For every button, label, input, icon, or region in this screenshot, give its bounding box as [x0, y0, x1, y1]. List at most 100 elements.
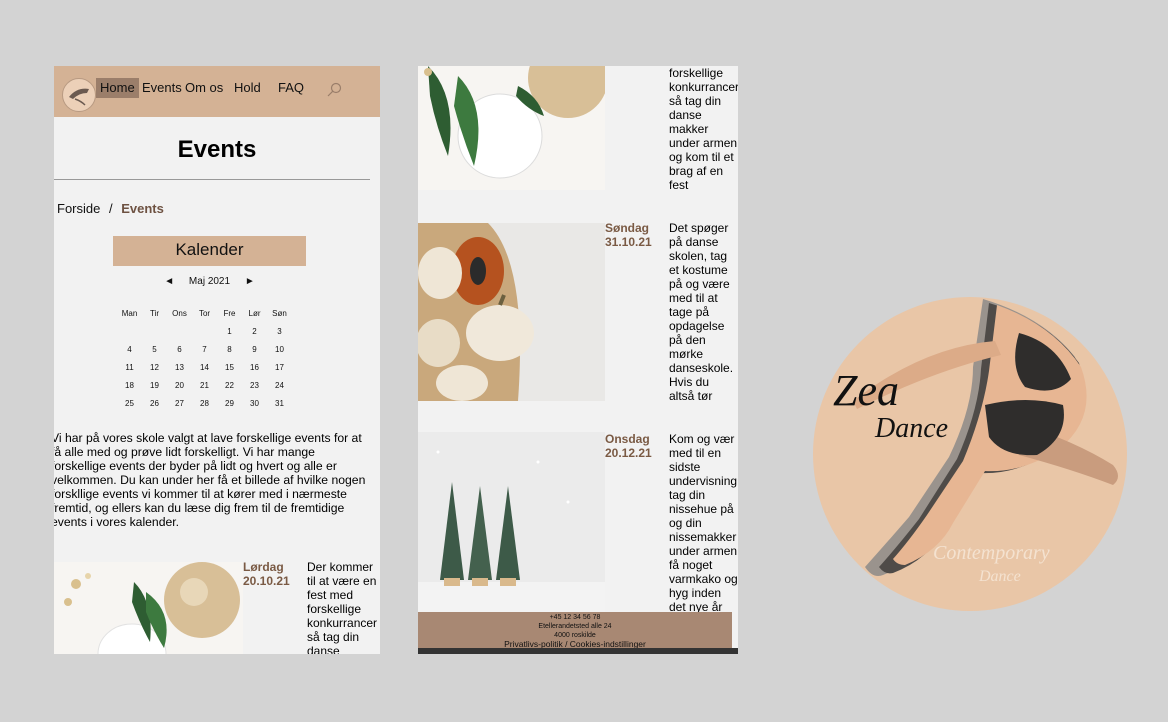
event-line: tag din [669, 488, 706, 502]
calendar-day[interactable]: 15 [217, 358, 242, 376]
calendar-day[interactable]: 19 [142, 376, 167, 394]
nav-faq[interactable]: FAQ [278, 80, 304, 96]
footer-bottom-bar [418, 648, 738, 654]
mobile-events-page-bottom: forskellige konkurrancer så tag din dans… [418, 66, 738, 654]
calendar-day[interactable]: 13 [167, 358, 192, 376]
event-line: konkurrancer [669, 80, 738, 94]
event-line: sidste [669, 460, 701, 474]
calendar-week-row: 25 26 27 28 29 30 31 [117, 394, 292, 412]
calendar-day[interactable]: 3 [267, 322, 292, 340]
weekday-label: Søn [272, 308, 287, 318]
calendar-day[interactable]: 27 [167, 394, 192, 412]
calendar-week-row: 4 5 6 7 8 9 10 [117, 340, 292, 358]
calendar-day[interactable]: 29 [217, 394, 242, 412]
event-description-saturday-continued: forskellige konkurrancer så tag din dans… [669, 66, 738, 192]
small-logo[interactable] [62, 78, 96, 112]
search-icon[interactable] [326, 82, 342, 98]
breadcrumb-separator: / [108, 201, 113, 216]
event-date: 31.10.21 [605, 235, 652, 249]
calendar-day[interactable]: 7 [192, 340, 217, 358]
calendar-day[interactable]: 18 [117, 376, 142, 394]
event-description-saturday: Der kommer til at være en fest med forsk… [307, 560, 377, 654]
footer-phone[interactable]: +45 12 34 56 78 [418, 612, 732, 622]
event-line: under armen [669, 136, 738, 150]
logo-sub-dance: Dance [978, 568, 1021, 585]
site-footer: +45 12 34 56 78 Etellerandetsted alle 24… [418, 612, 732, 649]
event-day: Søndag [605, 221, 649, 235]
calendar-day[interactable]: 20 [167, 376, 192, 394]
weekday-label: Lør [248, 308, 261, 318]
calendar-day[interactable]: 6 [167, 340, 192, 358]
calendar-day[interactable]: 23 [242, 376, 267, 394]
breadcrumb-home[interactable]: Forside [57, 201, 100, 216]
calendar-day[interactable]: 16 [242, 358, 267, 376]
event-line: med til at [669, 291, 718, 305]
intro-line: events i vores kalender. [54, 515, 180, 529]
calendar-day[interactable]: 11 [117, 358, 142, 376]
nav-home[interactable]: Home [96, 78, 139, 98]
calendar-day[interactable]: 4 [117, 340, 142, 358]
event-line: nissemakker [669, 530, 737, 544]
event-line: danse [307, 644, 340, 654]
event-line: mørke [669, 347, 703, 361]
calendar-day[interactable]: 31 [267, 394, 292, 412]
next-month-arrow[interactable]: ► [245, 276, 255, 287]
event-date: 20.12.21 [605, 446, 652, 460]
title-divider [54, 179, 370, 180]
event-date-wednesday: Onsdag 20.12.21 [605, 432, 652, 460]
halloween-event-image [418, 223, 605, 401]
calendar-day [117, 322, 142, 340]
calendar-day[interactable]: 17 [267, 358, 292, 376]
calendar-day[interactable]: 1 [217, 322, 242, 340]
event-line: på den [669, 333, 706, 347]
calendar-day[interactable]: 28 [192, 394, 217, 412]
calendar-day [167, 322, 192, 340]
event-day: Onsdag [605, 432, 650, 446]
event-line: fest med [307, 588, 354, 602]
calendar-day[interactable]: 2 [242, 322, 267, 340]
events-intro-text: Vi har på vores skole valgt at lave fors… [54, 431, 377, 529]
event-line: få noget [669, 558, 713, 572]
event-date: 20.10.21 [243, 574, 290, 588]
calendar-day[interactable]: 30 [242, 394, 267, 412]
nav-om-os[interactable]: Om os [185, 80, 223, 96]
logo-word-zea: Zea [833, 366, 899, 415]
event-line: tage på [669, 305, 710, 319]
logo-sub-contemporary: Contemporary [933, 542, 1050, 564]
calendar-day[interactable]: 8 [217, 340, 242, 358]
event-day: Lørdag [243, 560, 284, 574]
mobile-events-page-top: Home Events Om os Hold FAQ Events Forsid… [54, 66, 380, 654]
event-line: brag af en [669, 164, 724, 178]
nav-hold[interactable]: Hold [234, 80, 261, 96]
calendar-day[interactable]: 22 [217, 376, 242, 394]
event-line: under armen [669, 544, 738, 558]
calendar-day[interactable]: 9 [242, 340, 267, 358]
nav-events[interactable]: Events [142, 80, 182, 96]
breadcrumb: Forside / Events [57, 201, 164, 216]
intro-line: forskllige events vi kommer til at kører… [54, 487, 347, 501]
intro-line: Vi har på vores skole valgt at lave fors… [54, 431, 362, 445]
event-line: et kostume [669, 263, 728, 277]
calendar-day[interactable]: 25 [117, 394, 142, 412]
prev-month-arrow[interactable]: ◄ [164, 276, 174, 287]
calendar-week-row: 1 2 3 [117, 322, 292, 340]
event-date-saturday: Lørdag 20.10.21 [243, 560, 290, 588]
calendar-day[interactable]: 5 [142, 340, 167, 358]
calendar-day[interactable]: 26 [142, 394, 167, 412]
intro-line: få alle med og prøve lidt forskelligt. V… [54, 445, 315, 459]
event-line: skolen, tag [669, 249, 728, 263]
calendar-day[interactable]: 24 [267, 376, 292, 394]
event-line: så tag din [307, 630, 360, 644]
footer-address: Etellerandetsted alle 24 [538, 623, 612, 630]
top-navigation-bar: Home Events Om os Hold FAQ [54, 66, 380, 117]
event-line: varmkako og [669, 572, 738, 586]
calendar-day[interactable]: 14 [192, 358, 217, 376]
event-line: danseskole. [669, 361, 734, 375]
calendar-day[interactable]: 12 [142, 358, 167, 376]
event-line: forskellige [307, 602, 362, 616]
event-line: forskellige [669, 66, 724, 80]
event-description-wednesday: Kom og vær med til en sidste undervisnin… [669, 432, 738, 614]
event-line: nissehue på [669, 502, 734, 516]
calendar-day[interactable]: 10 [267, 340, 292, 358]
calendar-day[interactable]: 21 [192, 376, 217, 394]
